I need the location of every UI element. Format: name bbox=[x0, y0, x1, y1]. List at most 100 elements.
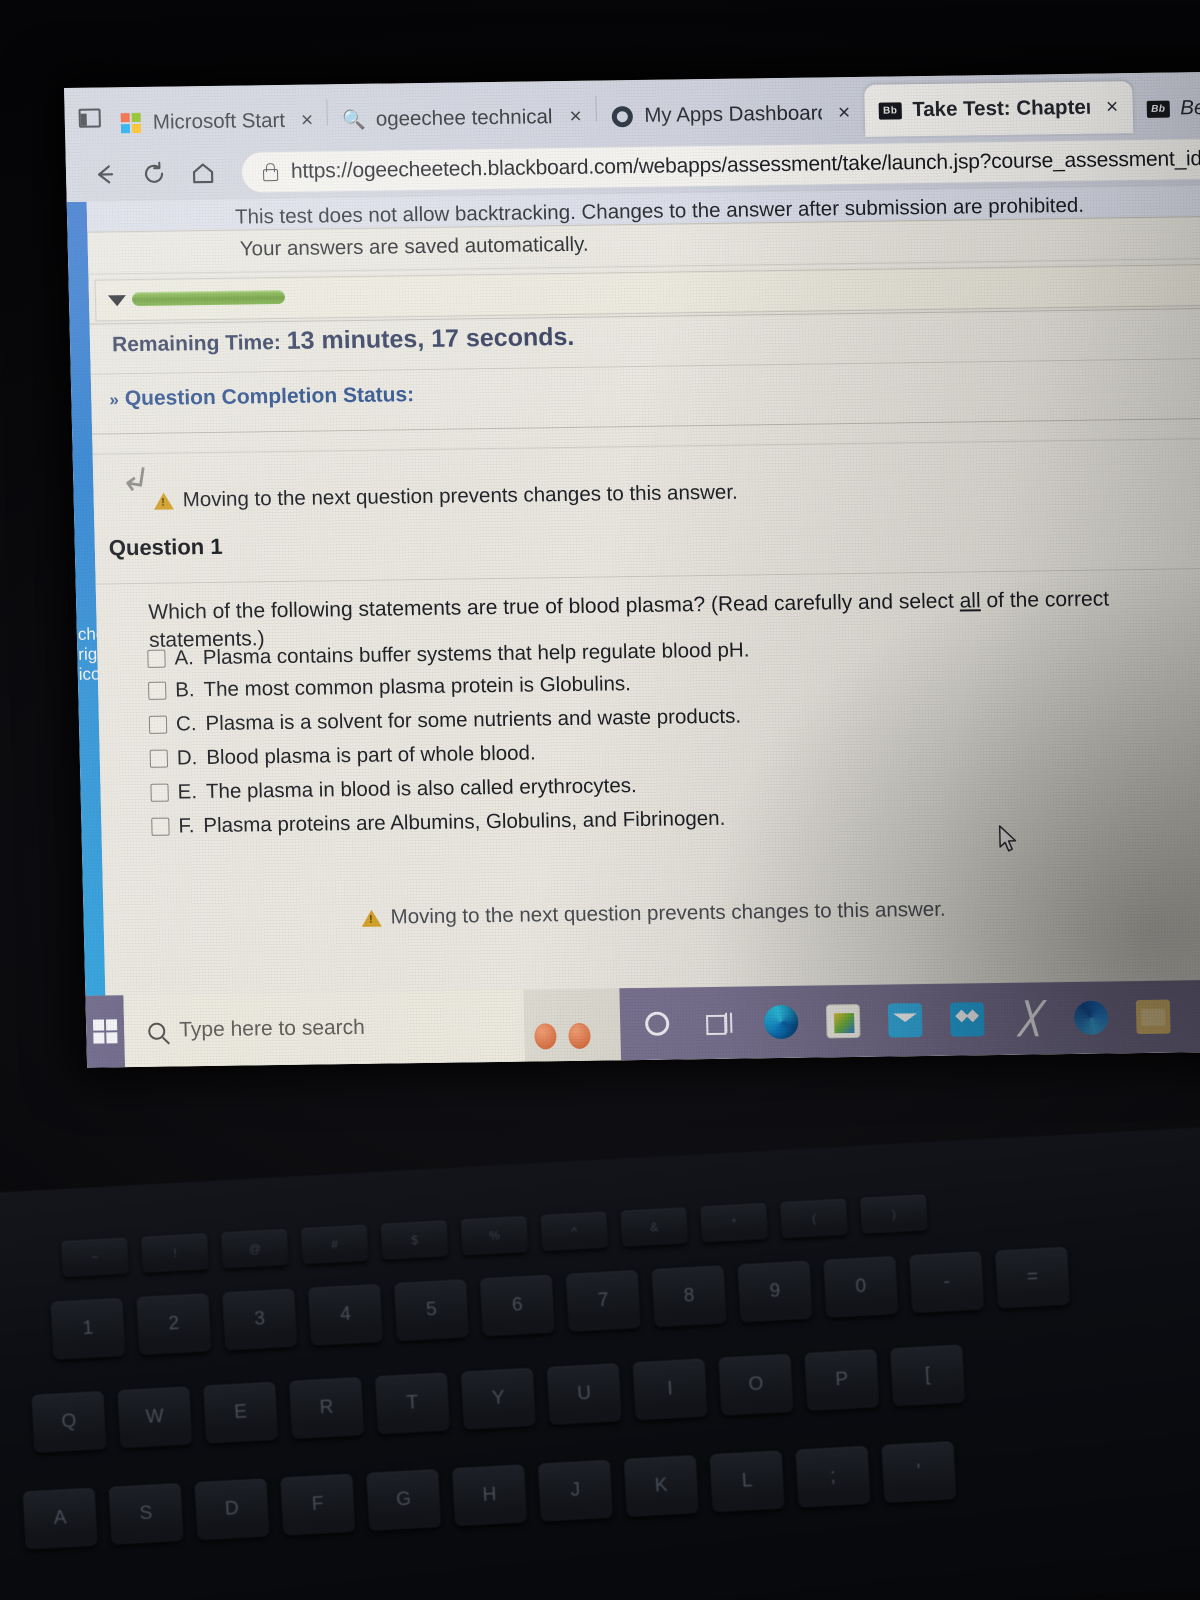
tab-microsoft-start[interactable]: Microsoft Start × bbox=[104, 96, 328, 147]
key-h: H bbox=[452, 1464, 528, 1527]
option-c[interactable]: C. Plasma is a solvent for some nutrient… bbox=[148, 704, 742, 737]
taskbar-decoration bbox=[523, 988, 621, 1061]
key-y: Y bbox=[460, 1367, 536, 1430]
option-label: Plasma is a solvent for some nutrients a… bbox=[205, 704, 742, 736]
tab-close-icon[interactable]: × bbox=[1100, 95, 1125, 119]
home-icon[interactable] bbox=[186, 156, 220, 190]
triangle-down-icon[interactable] bbox=[107, 295, 127, 307]
question-progress-container[interactable] bbox=[94, 263, 1200, 322]
key-f4: # bbox=[300, 1224, 369, 1265]
checkbox-e[interactable] bbox=[150, 783, 169, 802]
tab-title: Beg bbox=[1180, 95, 1200, 120]
key-f6: % bbox=[460, 1215, 529, 1256]
key-5: 5 bbox=[393, 1279, 469, 1342]
key-d: D bbox=[194, 1478, 270, 1541]
tab-title: Microsoft Start bbox=[152, 108, 286, 134]
laptop-photo: ~ ! @ # $ % ^ & * ( ) 1 2 3 4 5 6 7 8 9 … bbox=[0, 0, 1200, 1600]
warning-triangle-icon bbox=[361, 909, 382, 927]
option-d[interactable]: D. Blood plasma is part of whole blood. bbox=[149, 741, 536, 770]
lightning-icon[interactable]: ╳ bbox=[997, 982, 1061, 1055]
key-f10: ( bbox=[780, 1198, 848, 1239]
microsoft-store-icon[interactable] bbox=[811, 985, 875, 1058]
option-letter: B. bbox=[174, 678, 195, 702]
key-q: Q bbox=[31, 1391, 107, 1453]
tab-close-icon[interactable]: × bbox=[563, 105, 588, 129]
tab-close-icon[interactable]: × bbox=[295, 108, 320, 132]
checkbox-f[interactable] bbox=[151, 817, 170, 836]
option-b[interactable]: B. The most common plasma protein is Glo… bbox=[148, 672, 631, 703]
progress-bar-fill bbox=[131, 289, 285, 307]
key-g: G bbox=[366, 1469, 442, 1531]
lantern-icon bbox=[534, 1023, 557, 1050]
checkbox-a[interactable] bbox=[147, 649, 166, 668]
help-icon[interactable]: ? bbox=[1183, 980, 1200, 1053]
key-f5: $ bbox=[380, 1220, 449, 1260]
tab-close-icon[interactable]: × bbox=[832, 101, 857, 125]
windows-start-icon[interactable] bbox=[85, 995, 126, 1068]
option-label: Blood plasma is part of whole blood. bbox=[206, 741, 536, 770]
tab-ogeechee-technical[interactable]: 🔍 ogeechee technical col × bbox=[327, 93, 596, 145]
key-7: 7 bbox=[565, 1270, 641, 1332]
tab-search-button[interactable] bbox=[74, 87, 105, 147]
warning-top: Moving to the next question prevents cha… bbox=[153, 481, 738, 513]
taskbar-search-input[interactable]: Type here to search bbox=[123, 989, 526, 1068]
key-semicolon: ; bbox=[795, 1445, 871, 1508]
tab-beginning[interactable]: Bb Beg bbox=[1132, 84, 1200, 133]
key-1: 1 bbox=[50, 1297, 126, 1360]
address-bar[interactable]: https://ogeecheetech.blackboard.com/weba… bbox=[241, 138, 1200, 193]
tab-take-test-chapter-11[interactable]: Bb Take Test: Chapter 11: × bbox=[863, 81, 1133, 137]
key-r: R bbox=[289, 1377, 365, 1439]
page-viewport: chevron-right-icon ▶ This test does not … bbox=[66, 185, 1200, 1068]
checkbox-b[interactable] bbox=[148, 681, 167, 700]
key-f11: ) bbox=[859, 1194, 928, 1234]
microsoft-edge-icon[interactable] bbox=[749, 986, 813, 1059]
checkbox-d[interactable] bbox=[149, 749, 169, 768]
key-4: 4 bbox=[308, 1284, 384, 1346]
key-f2: ! bbox=[141, 1233, 209, 1273]
back-arrow-icon[interactable] bbox=[88, 157, 122, 191]
lantern-icon bbox=[568, 1022, 591, 1050]
option-letter: A. bbox=[174, 646, 195, 670]
task-view-icon[interactable] bbox=[687, 986, 751, 1059]
option-f[interactable]: F. Plasma proteins are Albumins, Globuli… bbox=[151, 806, 726, 839]
edge-legacy-icon[interactable] bbox=[1059, 981, 1123, 1054]
tab-title: Take Test: Chapter 11: bbox=[911, 95, 1091, 122]
divider bbox=[92, 417, 1200, 435]
key-quote: ' bbox=[881, 1441, 957, 1504]
file-explorer-icon[interactable] bbox=[1121, 980, 1185, 1053]
key-8: 8 bbox=[651, 1265, 727, 1328]
key-6: 6 bbox=[479, 1274, 555, 1337]
key-2: 2 bbox=[136, 1293, 212, 1356]
option-label: The plasma in blood is also called eryth… bbox=[205, 774, 637, 804]
key-u: U bbox=[546, 1363, 622, 1426]
key-p: P bbox=[804, 1349, 880, 1412]
okta-ring-icon bbox=[610, 104, 635, 128]
microsoft-logo-icon bbox=[119, 111, 144, 135]
key-e: E bbox=[203, 1381, 279, 1444]
refresh-icon[interactable] bbox=[137, 157, 171, 191]
search-icon bbox=[148, 1022, 166, 1040]
option-letter: F. bbox=[178, 814, 195, 838]
key-a: A bbox=[22, 1487, 98, 1550]
blackboard-icon: Bb bbox=[878, 98, 903, 122]
mouse-cursor bbox=[998, 825, 1021, 855]
question-text-before: Which of the following statements are tr… bbox=[148, 589, 960, 624]
key-equal: = bbox=[995, 1246, 1071, 1309]
option-e[interactable]: E. The plasma in blood is also called er… bbox=[150, 774, 637, 805]
divider bbox=[92, 437, 1200, 455]
search-icon: 🔍 bbox=[341, 109, 366, 132]
tab-my-apps-dashboard[interactable]: My Apps Dashboard | × bbox=[596, 89, 865, 141]
checkbox-c[interactable] bbox=[148, 715, 168, 734]
test-page: This test does not allow backtracking. C… bbox=[86, 185, 1200, 1068]
option-label: Plasma proteins are Albumins, Globulins,… bbox=[203, 806, 726, 838]
question-completion-status[interactable]: » Question Completion Status: bbox=[109, 383, 414, 411]
divider bbox=[90, 357, 1200, 375]
browser-chrome: Microsoft Start × 🔍 ogeechee technical c… bbox=[64, 71, 1200, 202]
mail-icon[interactable] bbox=[873, 984, 937, 1057]
warning-bottom: Moving to the next question prevents cha… bbox=[361, 898, 946, 930]
cortana-icon[interactable] bbox=[625, 987, 689, 1060]
dropbox-icon[interactable] bbox=[935, 983, 999, 1056]
taskbar-icons: ╳ ? bbox=[619, 979, 1200, 1061]
chevron-down-icon: » bbox=[109, 390, 120, 410]
remaining-time: Remaining Time: 13 minutes, 17 seconds. bbox=[112, 323, 575, 358]
